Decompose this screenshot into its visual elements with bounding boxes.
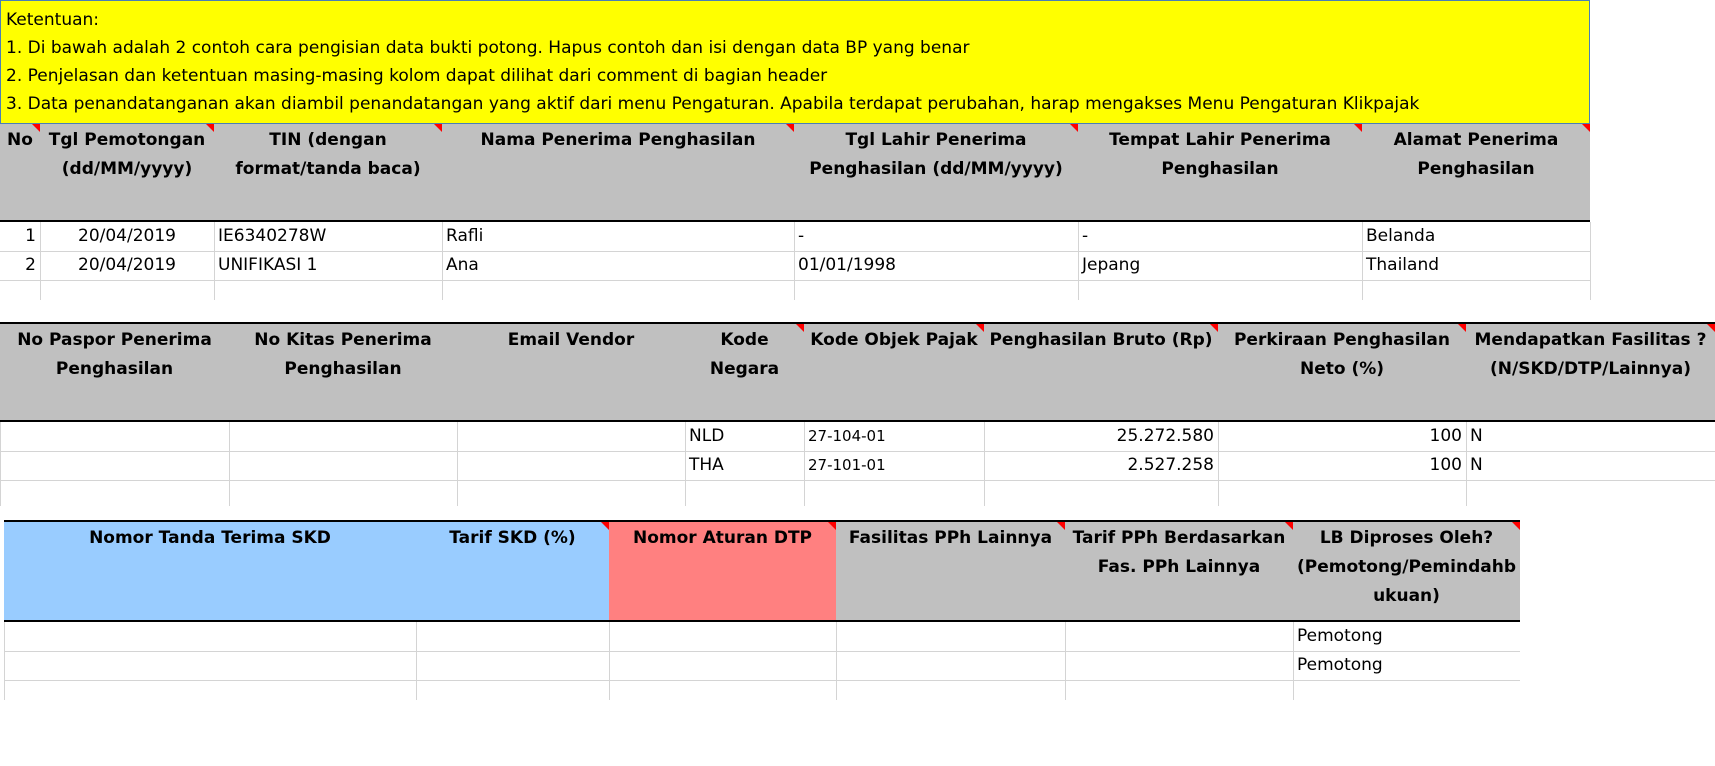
comment-indicator[interactable] xyxy=(1512,522,1520,530)
comment-indicator[interactable] xyxy=(1707,324,1715,332)
comment-indicator[interactable] xyxy=(601,522,609,530)
comment-indicator[interactable] xyxy=(1210,324,1218,332)
table-cell[interactable]: Thailand xyxy=(1362,251,1590,280)
comment-indicator[interactable] xyxy=(1070,124,1078,132)
table-cell[interactable]: N xyxy=(1466,451,1715,480)
instruction-line-3: 3. Data penandatanganan akan diambil pen… xyxy=(6,94,1420,114)
header-email-vendor[interactable]: Email Vendor xyxy=(457,324,685,355)
table-cell[interactable]: THA xyxy=(685,451,804,480)
table-cell[interactable]: 20/04/2019 xyxy=(40,222,214,251)
instruction-line-2: 2. Penjelasan dan ketentuan masing-masin… xyxy=(6,66,828,86)
table-cell[interactable]: 25.272.580 xyxy=(984,422,1218,451)
comment-indicator[interactable] xyxy=(206,124,214,132)
table-cell[interactable]: Rafli xyxy=(442,222,794,251)
table-cell[interactable]: 27-101-01 xyxy=(804,451,984,480)
comment-indicator[interactable] xyxy=(1582,124,1590,132)
comment-indicator[interactable] xyxy=(434,124,442,132)
header-tarif-pph-fasilitas[interactable]: Tarif PPh Berdasarkan Fas. PPh Lainnya xyxy=(1065,522,1293,582)
table-cell[interactable]: 27-104-01 xyxy=(804,422,984,451)
table-cell[interactable]: 1 xyxy=(0,222,40,251)
instruction-line-1: 1. Di bawah adalah 2 contoh cara pengisi… xyxy=(6,38,970,58)
header-fasilitas-pph-lainnya[interactable]: Fasilitas PPh Lainnya xyxy=(836,522,1065,553)
header-kode-negara[interactable]: Kode Negara xyxy=(685,324,804,384)
header-perkiraan-neto[interactable]: Perkiraan Penghasilan Neto (%) xyxy=(1218,324,1466,384)
comment-indicator[interactable] xyxy=(1354,124,1362,132)
table-cell[interactable]: 100 xyxy=(1218,422,1466,451)
header-tgl-lahir[interactable]: Tgl Lahir Penerima Penghasilan (dd/MM/yyy… xyxy=(794,124,1078,184)
table-cell[interactable]: Belanda xyxy=(1362,222,1590,251)
comment-indicator[interactable] xyxy=(32,124,40,132)
comment-indicator[interactable] xyxy=(1057,522,1065,530)
header-nomor-skd[interactable]: Nomor Tanda Terima SKD xyxy=(4,522,416,553)
comment-indicator[interactable] xyxy=(976,324,984,332)
recipient-table: No Tgl Pemotongan (dd/MM/yyyy) TIN (denga… xyxy=(0,124,1591,300)
header-tin[interactable]: TIN (dengan format/tanda baca) xyxy=(214,124,442,184)
header-nama-penerima[interactable]: Nama Penerima Penghasilan xyxy=(442,124,794,155)
comment-indicator[interactable] xyxy=(1458,324,1466,332)
tax-object-table: No Paspor Penerima Penghasilan No Kitas P… xyxy=(0,322,1715,506)
table-cell[interactable]: Pemotong xyxy=(1293,651,1520,680)
header-tgl-pemotongan[interactable]: Tgl Pemotongan (dd/MM/yyyy) xyxy=(40,124,214,184)
table-cell[interactable]: - xyxy=(794,222,1078,251)
header-kode-objek-pajak[interactable]: Kode Objek Pajak xyxy=(804,324,984,355)
header-nomor-aturan-dtp[interactable]: Nomor Aturan DTP xyxy=(609,522,836,553)
comment-indicator[interactable] xyxy=(796,324,804,332)
header-no-paspor[interactable]: No Paspor Penerima Penghasilan xyxy=(0,324,229,384)
table-cell[interactable]: 01/01/1998 xyxy=(794,251,1078,280)
table-cell[interactable]: 2.527.258 xyxy=(984,451,1218,480)
instructions-title: Ketentuan: xyxy=(6,10,100,30)
table-cell[interactable]: 100 xyxy=(1218,451,1466,480)
header-no-kitas[interactable]: No Kitas Penerima Penghasilan xyxy=(229,324,457,384)
table-cell[interactable]: 2 xyxy=(0,251,40,280)
comment-indicator[interactable] xyxy=(828,522,836,530)
comment-indicator[interactable] xyxy=(786,124,794,132)
instructions-box: Ketentuan: 1. Di bawah adalah 2 contoh c… xyxy=(0,0,1590,124)
header-fasilitas[interactable]: Mendapatkan Fasilitas ? (N/SKD/DTP/Lainny… xyxy=(1466,324,1715,384)
header-penghasilan-bruto[interactable]: Penghasilan Bruto (Rp) xyxy=(984,324,1218,355)
table-cell[interactable]: 20/04/2019 xyxy=(40,251,214,280)
table-cell[interactable]: N xyxy=(1466,422,1715,451)
comment-indicator[interactable] xyxy=(1285,522,1293,530)
header-lb-diproses-oleh[interactable]: LB Diproses Oleh? (Pemotong/Pemindahb ukua… xyxy=(1293,522,1520,611)
header-tempat-lahir[interactable]: Tempat Lahir Penerima Penghasilan xyxy=(1078,124,1362,184)
table-cell[interactable]: Jepang xyxy=(1078,251,1362,280)
table-cell[interactable]: NLD xyxy=(685,422,804,451)
table-cell[interactable]: UNIFIKASI 1 xyxy=(214,251,442,280)
table-cell[interactable]: IE6340278W xyxy=(214,222,442,251)
facility-table: Nomor Tanda Terima SKD Tarif SKD (%) Nom… xyxy=(0,520,1520,700)
table-cell[interactable]: - xyxy=(1078,222,1362,251)
header-alamat[interactable]: Alamat Penerima Penghasilan xyxy=(1362,124,1590,184)
table-cell[interactable]: Pemotong xyxy=(1293,622,1520,651)
header-tarif-skd[interactable]: Tarif SKD (%) xyxy=(416,522,609,553)
table-cell[interactable]: Ana xyxy=(442,251,794,280)
